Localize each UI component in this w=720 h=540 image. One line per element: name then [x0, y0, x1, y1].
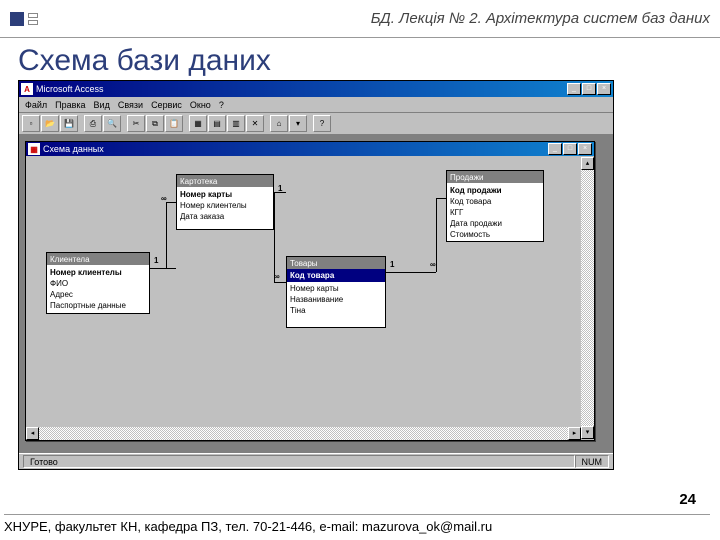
window-buttons: _ □ ×: [567, 83, 611, 95]
status-text: Готово: [23, 455, 575, 468]
schema-title: Схема данных: [43, 144, 104, 154]
tool-showall-icon[interactable]: ▥: [227, 115, 245, 132]
header-decor: [28, 13, 38, 25]
table-tovary[interactable]: Товары Код товара Номер карты Названиван…: [286, 256, 386, 328]
tool-db-icon[interactable]: ⌂: [270, 115, 288, 132]
menubar: Файл Правка Вид Связи Сервис Окно ?: [19, 97, 613, 113]
toolbar: ▫ 📂 💾 ⎙ 🔍 ✂ ⧉ 📋 ▦ ▤ ▥ ✕ ⌂ ▾ ?: [19, 113, 613, 135]
rel-label-many: ∞: [274, 272, 280, 281]
menu-relations[interactable]: Связи: [118, 100, 143, 110]
slide-header: БД. Лекція № 2. Архітектура систем баз д…: [0, 0, 720, 38]
rel-line: [274, 282, 286, 283]
mdi-workspace: ▦ Схема данных _ □ × Картотека Номер кар…: [19, 135, 613, 453]
table-klientela-fields: Номер клиентелы ФИО Адрес Паспортные дан…: [47, 265, 149, 313]
scroll-right-icon[interactable]: ▸: [568, 427, 581, 440]
rel-line: [166, 202, 167, 268]
menu-window[interactable]: Окно: [190, 100, 211, 110]
tool-showtable-icon[interactable]: ▤: [208, 115, 226, 132]
menu-help[interactable]: ?: [219, 100, 224, 110]
tool-save-icon[interactable]: 💾: [60, 115, 78, 132]
table-prodazhi-fields: Код продажи Код товара КГГ Дата продажи …: [447, 183, 543, 242]
rel-label-one: 1: [278, 184, 282, 193]
tool-cut-icon[interactable]: ✂: [127, 115, 145, 132]
table-kartotska[interactable]: Картотека Номер карты Номер клиентелы Да…: [176, 174, 274, 230]
tool-preview-icon[interactable]: 🔍: [103, 115, 121, 132]
rel-kartotska-tovary[interactable]: [274, 192, 275, 282]
schema-titlebar[interactable]: ▦ Схема данных _ □ ×: [26, 142, 594, 156]
table-tovary-fields: Код товара Номер карты Названивание Тіна: [287, 269, 385, 318]
slide-footer: ХНУРЕ, факультет КН, кафедра ПЗ, тел. 70…: [4, 514, 710, 534]
schema-hscroll[interactable]: ◂ ▸: [26, 427, 581, 440]
table-klientela-header: Клиентела: [47, 253, 149, 265]
page-number: 24: [679, 491, 696, 508]
rel-line: [166, 202, 176, 203]
menu-tools[interactable]: Сервис: [151, 100, 182, 110]
app-title: Microsoft Access: [36, 84, 104, 94]
close-button[interactable]: ×: [597, 83, 611, 95]
schema-icon: ▦: [28, 143, 40, 155]
tool-delete-icon[interactable]: ✕: [246, 115, 264, 132]
app-titlebar[interactable]: A Microsoft Access _ □ ×: [19, 81, 613, 97]
status-num: NUM: [575, 455, 610, 468]
schema-canvas[interactable]: Картотека Номер карты Номер клиентелы Да…: [26, 156, 594, 440]
maximize-button[interactable]: □: [582, 83, 596, 95]
table-klientela[interactable]: Клиентела Номер клиентелы ФИО Адрес Пасп…: [46, 252, 150, 314]
tool-copy-icon[interactable]: ⧉: [146, 115, 164, 132]
rel-line: [436, 198, 446, 199]
schema-vscroll[interactable]: ▴ ▾: [581, 170, 594, 426]
schema-close-button[interactable]: ×: [578, 143, 592, 155]
rel-tovary-prodazhi[interactable]: [386, 272, 436, 273]
rel-label-one: 1: [154, 256, 158, 265]
rel-line: [436, 198, 437, 272]
table-kartotska-header: Картотека: [177, 175, 273, 187]
tool-analysis-icon[interactable]: ▾: [289, 115, 307, 132]
rel-label-many: ∞: [430, 260, 436, 269]
rel-klientela-kartotska[interactable]: [150, 268, 176, 269]
scroll-down-icon[interactable]: ▾: [581, 426, 594, 439]
schema-minimize-button[interactable]: _: [548, 143, 562, 155]
tool-open-icon[interactable]: 📂: [41, 115, 59, 132]
tool-addtable-icon[interactable]: ▦: [189, 115, 207, 132]
schema-maximize-button[interactable]: □: [563, 143, 577, 155]
menu-edit[interactable]: Правка: [55, 100, 85, 110]
header-text: БД. Лекція № 2. Архітектура систем баз д…: [371, 10, 710, 27]
menu-view[interactable]: Вид: [94, 100, 110, 110]
table-prodazhi[interactable]: Продажи Код продажи Код товара КГГ Дата …: [446, 170, 544, 242]
footer-text: ХНУРЕ, факультет КН, кафедра ПЗ, тел. 70…: [4, 519, 492, 534]
app-icon: A: [21, 83, 33, 95]
tool-paste-icon[interactable]: 📋: [165, 115, 183, 132]
minimize-button[interactable]: _: [567, 83, 581, 95]
rel-label-many: ∞: [161, 194, 167, 203]
menu-file[interactable]: Файл: [25, 100, 47, 110]
table-tovary-header: Товары: [287, 257, 385, 269]
slide-title: Схема бази даних: [0, 38, 720, 80]
tool-help-icon[interactable]: ?: [313, 115, 331, 132]
table-kartotska-fields: Номер карты Номер клиентелы Дата заказа: [177, 187, 273, 224]
header-bullet: [10, 12, 24, 26]
tool-print-icon[interactable]: ⎙: [84, 115, 102, 132]
schema-window[interactable]: ▦ Схема данных _ □ × Картотека Номер кар…: [25, 141, 595, 441]
scroll-up-icon[interactable]: ▴: [581, 157, 594, 170]
table-prodazhi-header: Продажи: [447, 171, 543, 183]
scroll-left-icon[interactable]: ◂: [26, 427, 39, 440]
tool-new-icon[interactable]: ▫: [22, 115, 40, 132]
access-app-window: A Microsoft Access _ □ × Файл Правка Вид…: [18, 80, 614, 470]
statusbar: Готово NUM: [19, 453, 613, 469]
rel-label-one: 1: [390, 260, 394, 269]
